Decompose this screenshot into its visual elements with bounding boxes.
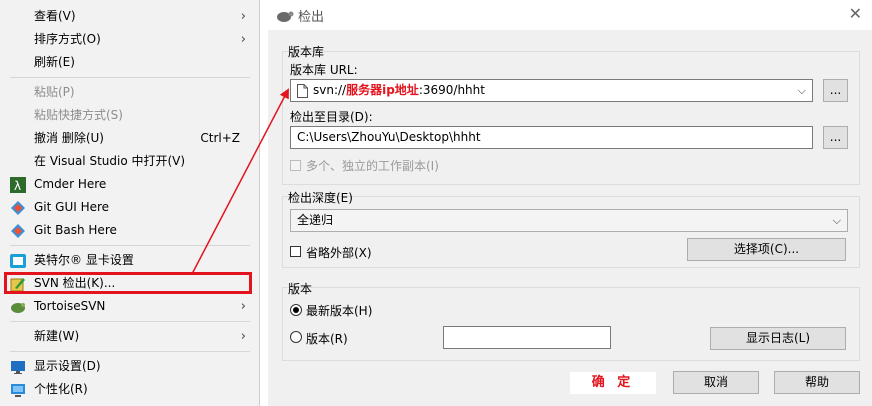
head-revision-radio[interactable]	[290, 304, 302, 316]
git-gui-icon	[11, 201, 25, 215]
file-icon	[297, 84, 308, 98]
menu-item-cmder-here[interactable]: λ Cmder Here	[0, 173, 258, 196]
revision-group-label: 版本	[288, 282, 313, 296]
menu-item-label: 在 Visual Studio 中打开(V)	[34, 154, 186, 168]
chevron-down-icon[interactable]: ⌵	[833, 210, 841, 231]
menu-item-git-bash-here[interactable]: Git Bash Here	[0, 219, 258, 242]
menu-item-refresh[interactable]: 刷新(E)	[0, 51, 258, 74]
checkout-dir-input[interactable]: C:\Users\ZhouYu\Desktop\hhht	[290, 126, 813, 149]
repo-url-label: 版本库 URL:	[290, 63, 358, 77]
svg-text:λ: λ	[14, 179, 21, 193]
revision-label: 版本(R)	[306, 332, 348, 346]
browse-repo-button[interactable]: ...	[823, 79, 848, 102]
menu-item-label: 新建(W)	[34, 329, 80, 343]
menu-item-label: 查看(V)	[34, 9, 76, 23]
menu-item-label: 显示设置(D)	[34, 359, 101, 373]
menu-item-label: 排序方式(O)	[34, 32, 101, 46]
context-menu: 查看(V) › 排序方式(O) › 刷新(E) 粘贴(P) 粘贴快捷方式(S) …	[0, 0, 260, 406]
menu-item-paste-shortcut: 粘贴快捷方式(S)	[0, 104, 258, 127]
menu-item-open-visual-studio[interactable]: 在 Visual Studio 中打开(V)	[0, 150, 258, 173]
help-button[interactable]: 帮助	[774, 371, 860, 394]
menu-item-git-gui-here[interactable]: Git GUI Here	[0, 196, 258, 219]
revision-radio[interactable]	[290, 331, 302, 343]
highlight-box	[4, 272, 252, 294]
close-icon[interactable]: ✕	[849, 4, 862, 23]
cancel-button[interactable]: 取消	[673, 371, 759, 394]
menu-item-sort[interactable]: 排序方式(O) ›	[0, 28, 258, 51]
menu-item-view[interactable]: 查看(V) ›	[0, 5, 258, 28]
submenu-arrow-icon: ›	[240, 329, 246, 344]
revision-input[interactable]	[443, 326, 611, 349]
options-button[interactable]: 选择项(C)...	[687, 238, 846, 261]
menu-item-label: 英特尔® 显卡设置	[34, 253, 134, 267]
menu-separator	[10, 351, 250, 352]
menu-item-display-settings[interactable]: 显示设置(D)	[0, 355, 258, 378]
omit-externals-label: 省略外部(X)	[306, 246, 372, 260]
menu-item-new[interactable]: 新建(W) ›	[0, 325, 258, 348]
repo-url-value: svn://服务器ip地址:3690/hhht	[313, 83, 485, 97]
menu-item-label: 个性化(R)	[34, 382, 88, 396]
menu-item-label: Cmder Here	[34, 177, 107, 191]
menu-item-personalize[interactable]: 个性化(R)	[0, 378, 258, 401]
repository-group-label: 版本库	[288, 45, 325, 59]
menu-separator	[10, 245, 250, 246]
submenu-arrow-icon: ›	[240, 299, 246, 314]
intel-graphics-icon	[10, 254, 26, 268]
menu-item-label: Git Bash Here	[34, 223, 117, 237]
menu-item-shortcut: Ctrl+Z	[200, 131, 240, 145]
checkout-depth-value: 全递归	[297, 213, 334, 227]
title-bar: 检出 ✕	[268, 0, 872, 30]
multiple-working-copies-checkbox	[290, 160, 301, 171]
tortoisesvn-logo-icon	[277, 11, 294, 22]
submenu-arrow-icon: ›	[240, 9, 246, 24]
checkout-depth-select[interactable]: 全递归 ⌵	[290, 209, 848, 232]
menu-item-label: 刷新(E)	[34, 55, 75, 69]
head-revision-label: 最新版本(H)	[306, 304, 373, 318]
menu-item-label: Git GUI Here	[34, 200, 110, 214]
git-bash-icon	[11, 224, 25, 238]
checkout-depth-label: 检出深度(E)	[288, 191, 353, 205]
menu-item-tortoisesvn[interactable]: TortoiseSVN ›	[0, 295, 258, 318]
menu-item-label: 撤消 删除(U)	[34, 131, 104, 145]
dialog-title: 检出	[298, 10, 325, 25]
ok-button[interactable]: 确 定	[570, 372, 656, 394]
repo-url-annotation: 服务器ip地址	[346, 83, 419, 97]
display-settings-icon	[11, 361, 25, 374]
omit-externals-checkbox[interactable]	[290, 246, 301, 257]
cmder-icon: λ	[10, 177, 26, 193]
menu-item-intel-graphics[interactable]: 英特尔® 显卡设置	[0, 249, 258, 272]
repo-url-combo[interactable]: svn://服务器ip地址:3690/hhht ⌵	[290, 79, 813, 102]
tortoisesvn-icon	[11, 303, 25, 313]
menu-separator	[10, 77, 250, 78]
menu-item-undo-delete[interactable]: 撤消 删除(U) Ctrl+Z	[0, 127, 258, 150]
menu-item-paste: 粘贴(P)	[0, 81, 258, 104]
chevron-down-icon[interactable]: ⌵	[798, 80, 806, 101]
menu-item-label: 粘贴快捷方式(S)	[34, 108, 123, 122]
show-log-button[interactable]: 显示日志(L)	[710, 327, 846, 350]
browse-dir-button[interactable]: ...	[823, 126, 848, 149]
personalize-icon	[11, 384, 25, 397]
menu-item-label: TortoiseSVN	[34, 299, 106, 313]
menu-separator	[10, 321, 250, 322]
checkout-dir-label: 检出至目录(D):	[290, 110, 373, 124]
submenu-arrow-icon: ›	[240, 32, 246, 47]
menu-item-label: 粘贴(P)	[34, 85, 75, 99]
checkout-dialog: 检出 ✕ 版本库 版本库 URL: svn://服务器ip地址:3690/hhh…	[268, 0, 872, 406]
multiple-working-copies-label: 多个、独立的工作副本(I)	[306, 159, 439, 173]
